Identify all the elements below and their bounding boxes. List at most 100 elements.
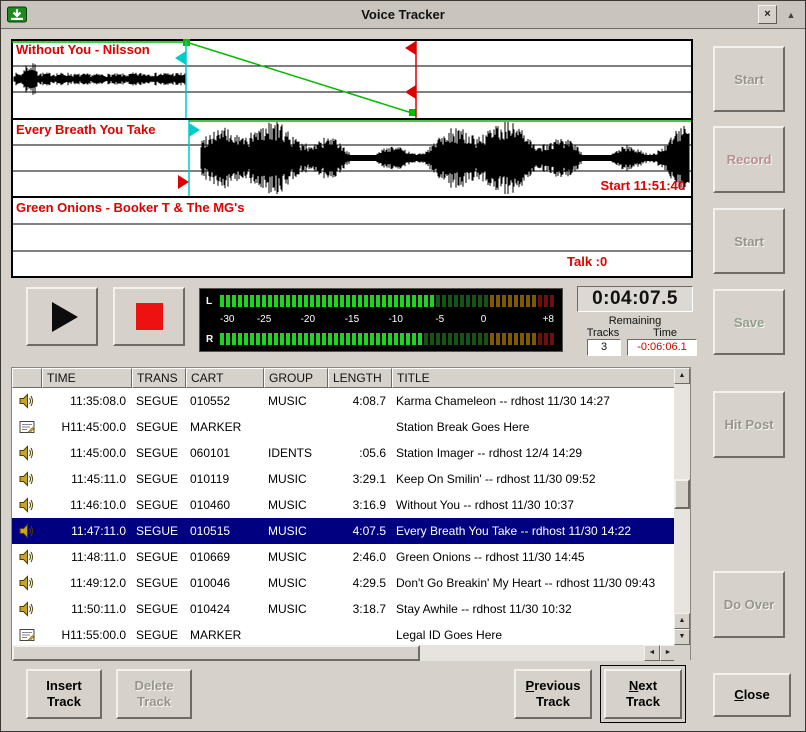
scroll-up-button[interactable]: ▲ [674, 368, 690, 384]
waveform-display[interactable] [11, 39, 693, 278]
horizontal-scrollbar[interactable]: ◄ ► [12, 645, 676, 661]
meter-segment [352, 333, 356, 345]
cell-length: 3:16.9 [328, 492, 392, 518]
log-row[interactable]: 11:50:11.0SEGUE010424MUSIC3:18.7Stay Awh… [12, 596, 676, 622]
meter-segment [352, 295, 356, 307]
meter-segment [514, 333, 518, 345]
scroll-left-button[interactable]: ◄ [644, 645, 660, 661]
log-row[interactable]: 11:49:12.0SEGUE010046MUSIC4:29.5Don't Go… [12, 570, 676, 596]
vertical-scrollbar[interactable]: ▲ ▲ ▼ [674, 368, 690, 645]
meter-segment [256, 333, 260, 345]
cell-group: MUSIC [264, 466, 328, 492]
cell-trans: SEGUE [132, 414, 186, 440]
marker-icon [19, 419, 35, 435]
meter-segment [382, 333, 386, 345]
close-button[interactable]: Close [713, 673, 791, 717]
cell-cart: 010046 [186, 570, 264, 596]
meter-segment [502, 295, 506, 307]
cell-title: Every Breath You Take -- rdhost 11/30 14… [392, 518, 676, 544]
meter-segment [478, 333, 482, 345]
log-row[interactable]: 11:47:11.0SEGUE010515MUSIC4:07.5Every Br… [12, 518, 676, 544]
play-button[interactable] [26, 287, 98, 346]
meter-segment [238, 295, 242, 307]
cell-time: 11:49:12.0 [42, 570, 132, 596]
track2-start-time-label: Start 11:51:40 [600, 178, 685, 193]
speaker-icon [19, 393, 35, 409]
meter-segment [364, 295, 368, 307]
meter-segment [334, 295, 338, 307]
meter-segment [334, 333, 338, 345]
cell-cart: 010119 [186, 466, 264, 492]
meter-segment [394, 295, 398, 307]
meter-segment [544, 333, 548, 345]
previous-track-button[interactable]: PreviousTrack [514, 669, 592, 719]
log-row[interactable]: 11:48:11.0SEGUE010669MUSIC2:46.0Green On… [12, 544, 676, 570]
cell-group: MUSIC [264, 492, 328, 518]
track1-title: Without You - Nilsson [16, 42, 150, 57]
next-track-button[interactable]: NextTrack [604, 669, 682, 719]
log-row[interactable]: H11:45:00.0SEGUEMARKERStation Break Goes… [12, 414, 676, 440]
waveform-editor[interactable]: Without You - Nilsson Every Breath You T… [11, 39, 693, 278]
horizontal-scroll-thumb[interactable] [12, 645, 420, 661]
fade-handle[interactable] [409, 109, 416, 116]
start-button-2[interactable]: Start [713, 208, 785, 274]
column-header-icon[interactable] [12, 368, 42, 388]
cell-trans: SEGUE [132, 492, 186, 518]
meter-segment [220, 333, 224, 345]
meter-segment [304, 295, 308, 307]
save-button[interactable]: Save [713, 289, 785, 355]
column-header-length[interactable]: LENGTH [328, 368, 392, 388]
log-row[interactable]: H11:55:00.0SEGUEMARKERLegal ID Goes Here [12, 622, 676, 645]
meter-segment [532, 295, 536, 307]
column-header-title[interactable]: TITLE [392, 368, 676, 388]
scale-label: -15 [345, 314, 359, 325]
button-label: Close [734, 687, 769, 703]
marker-icon [19, 627, 35, 643]
scale-label: -5 [435, 314, 444, 325]
meter-segment [358, 295, 362, 307]
meter-segment [316, 333, 320, 345]
column-header-trans[interactable]: TRANS [132, 368, 186, 388]
stop-button[interactable] [113, 287, 185, 346]
remaining-label: Remaining [577, 315, 693, 327]
cell-time: H11:45:00.0 [42, 414, 132, 440]
button-label: Do Over [724, 597, 775, 612]
meter-segment [388, 333, 392, 345]
cell-length [328, 622, 392, 645]
scale-label: -20 [301, 314, 315, 325]
scroll-down-button[interactable]: ▼ [674, 629, 690, 645]
level-meter: L -30-25-20-15-10-50+8 R [199, 288, 563, 352]
meter-segment [322, 295, 326, 307]
log-row[interactable]: 11:45:00.0SEGUE060101IDENTS:05.6Station … [12, 440, 676, 466]
delete-track-button[interactable]: DeleteTrack [116, 669, 192, 719]
do-over-button[interactable]: Do Over [713, 571, 785, 638]
vertical-scroll-thumb[interactable] [674, 479, 690, 509]
speaker-icon [19, 445, 35, 461]
meter-segment [226, 333, 230, 345]
column-header-time[interactable]: TIME [42, 368, 132, 388]
meter-segment [412, 295, 416, 307]
right-meter: R [206, 332, 556, 346]
column-header-cart[interactable]: CART [186, 368, 264, 388]
titlebar-close-button[interactable]: × [758, 5, 777, 24]
cell-time: 11:35:08.0 [42, 388, 132, 414]
start-button[interactable]: Start [713, 46, 785, 112]
log-row[interactable]: 11:46:10.0SEGUE010460MUSIC3:16.9Without … [12, 492, 676, 518]
meter-segment [448, 333, 452, 345]
hit-post-button[interactable]: Hit Post [713, 391, 785, 458]
scroll-up-button-2[interactable]: ▲ [674, 613, 690, 629]
meter-segment [244, 333, 248, 345]
time-remaining-value: -0:06:06.1 [627, 339, 697, 356]
log-row[interactable]: 11:45:11.0SEGUE010119MUSIC3:29.1Keep On … [12, 466, 676, 492]
insert-track-button[interactable]: InsertTrack [26, 669, 102, 719]
speaker-icon [19, 471, 35, 487]
meter-segment [508, 333, 512, 345]
record-button[interactable]: Record [713, 126, 785, 193]
close-icon: × [764, 8, 770, 20]
meter-segment [274, 295, 278, 307]
log-row[interactable]: 11:35:08.0SEGUE010552MUSIC4:08.7Karma Ch… [12, 388, 676, 414]
shade-button[interactable]: ▲ [783, 8, 799, 22]
log-header-row: TIMETRANSCARTGROUPLENGTHTITLE [12, 368, 676, 388]
column-header-group[interactable]: GROUP [264, 368, 328, 388]
log-event-list: TIMETRANSCARTGROUPLENGTHTITLE 11:35:08.0… [11, 367, 691, 660]
